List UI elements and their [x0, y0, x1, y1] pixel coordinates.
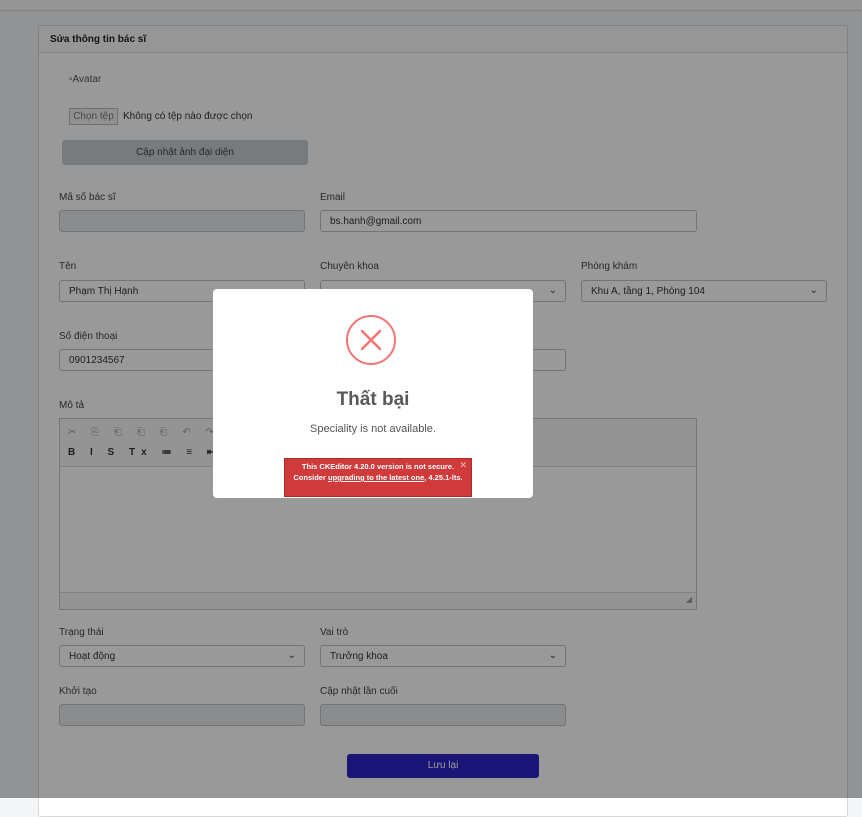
warning-line-1: This CKEditor 4.20.0 version is not secu… [301, 462, 455, 471]
close-icon[interactable]: ✕ [459, 460, 467, 471]
modal-message: Speciality is not available. [310, 423, 436, 435]
error-x-icon [346, 315, 396, 365]
upgrade-link[interactable]: upgrading to the latest one [328, 473, 424, 482]
warning-tail: , 4.25.1-lts. [424, 473, 463, 482]
modal-title: Thất bại [336, 389, 410, 410]
ckeditor-warning: ✕ This CKEditor 4.20.0 version is not se… [284, 458, 472, 497]
warning-consider: Consider [293, 473, 326, 482]
